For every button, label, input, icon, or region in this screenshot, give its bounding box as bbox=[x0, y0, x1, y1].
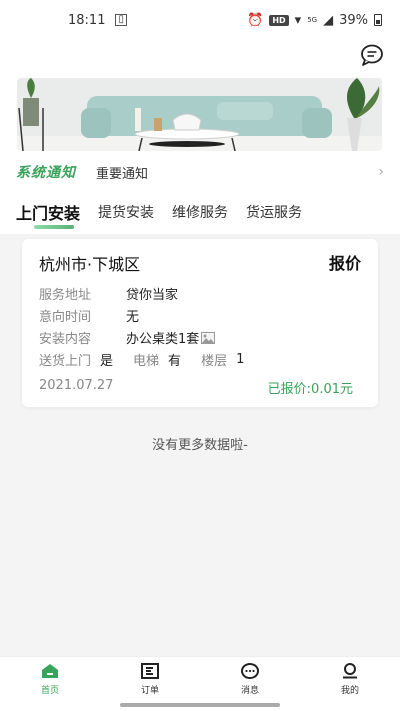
elevator-label: 电梯 bbox=[133, 354, 160, 369]
home-indicator[interactable] bbox=[120, 703, 280, 707]
floor-value: 1 bbox=[236, 352, 245, 367]
tab-home-install[interactable]: 上门安装 bbox=[16, 196, 80, 230]
install-content-label: 安装内容 bbox=[39, 332, 92, 347]
tab-freight-service[interactable]: 货运服务 bbox=[246, 198, 302, 228]
hd-badge: HD bbox=[269, 14, 289, 26]
network-label: 5G bbox=[307, 16, 318, 24]
order-card[interactable]: 杭州市·下城区 报价 服务地址 贷你当家 意向时间 无 安装内容 办公桌类1套 … bbox=[22, 239, 378, 407]
service-address-value: 贷你当家 bbox=[126, 288, 179, 303]
chat-bubble-icon bbox=[361, 44, 383, 66]
image-icon[interactable] bbox=[201, 331, 216, 344]
sim-icon: ▯ bbox=[115, 14, 127, 26]
order-status: 已报价:0.01元 bbox=[267, 382, 353, 397]
message-icon bbox=[241, 663, 259, 679]
banner-image[interactable] bbox=[17, 78, 382, 151]
alarm-icon: ⏰ bbox=[247, 12, 264, 28]
notice-logo: 系统通知 bbox=[16, 165, 76, 181]
home-icon bbox=[42, 664, 58, 678]
list-end-text: 没有更多数据啦- bbox=[152, 438, 248, 453]
delivery-label: 送货上门 bbox=[39, 354, 92, 369]
nav-orders-label: 订单 bbox=[140, 686, 159, 696]
intended-time-row: 意向时间 无 bbox=[39, 306, 139, 325]
elevator-value: 有 bbox=[168, 354, 182, 369]
tab-repair-service[interactable]: 维修服务 bbox=[172, 198, 228, 228]
battery-icon bbox=[374, 14, 382, 26]
chevron-right-icon: › bbox=[378, 164, 384, 180]
floor-label: 楼层 bbox=[201, 354, 228, 369]
order-location: 杭州市·下城区 bbox=[39, 255, 141, 274]
tab-pickup-install[interactable]: 提货安装 bbox=[98, 198, 154, 228]
order-date: 2021.07.27 bbox=[39, 378, 114, 393]
profile-icon bbox=[343, 663, 357, 679]
battery-percent: 39% bbox=[339, 12, 368, 28]
status-time: 18:11 bbox=[68, 12, 106, 28]
nav-orders[interactable]: 订单 bbox=[100, 657, 200, 698]
intended-time-value: 无 bbox=[126, 310, 140, 325]
nav-messages-label: 消息 bbox=[240, 686, 259, 696]
service-address-label: 服务地址 bbox=[39, 288, 92, 303]
nav-home[interactable]: 首页 bbox=[0, 657, 100, 698]
nav-home-label: 首页 bbox=[40, 686, 59, 696]
notice-bar[interactable]: 系统通知 重要通知 › bbox=[0, 152, 400, 192]
nav-profile[interactable]: 我的 bbox=[300, 657, 400, 698]
signal-icon: ◢ bbox=[323, 12, 334, 28]
install-content-row: 安装内容 办公桌类1套 bbox=[39, 328, 216, 347]
wifi-icon: ▾ bbox=[294, 12, 302, 28]
intended-time-label: 意向时间 bbox=[39, 310, 92, 325]
install-content-value: 办公桌类1套 bbox=[126, 332, 200, 347]
quote-button[interactable]: 报价 bbox=[329, 250, 361, 274]
message-button[interactable] bbox=[360, 44, 384, 66]
bottom-nav: 首页 订单 消息 我的 bbox=[0, 656, 400, 698]
service-address-row: 服务地址 贷你当家 bbox=[39, 284, 178, 303]
status-bar: 18:11 ▯ ⏰ HD ▾ 5G ◢ 39% bbox=[0, 0, 400, 40]
delivery-row: 送货上门 是 电梯 有 楼层 1 bbox=[39, 350, 264, 369]
nav-messages[interactable]: 消息 bbox=[200, 657, 300, 698]
notice-text[interactable]: 重要通知 bbox=[96, 163, 148, 182]
delivery-value: 是 bbox=[100, 354, 114, 369]
sofa-illustration bbox=[17, 78, 382, 151]
status-right: ⏰ HD ▾ 5G ◢ 39% bbox=[247, 13, 382, 28]
order-icon bbox=[141, 663, 159, 679]
nav-profile-label: 我的 bbox=[340, 686, 359, 696]
service-tabs: 上门安装 提货安装 维修服务 货运服务 bbox=[0, 192, 400, 234]
